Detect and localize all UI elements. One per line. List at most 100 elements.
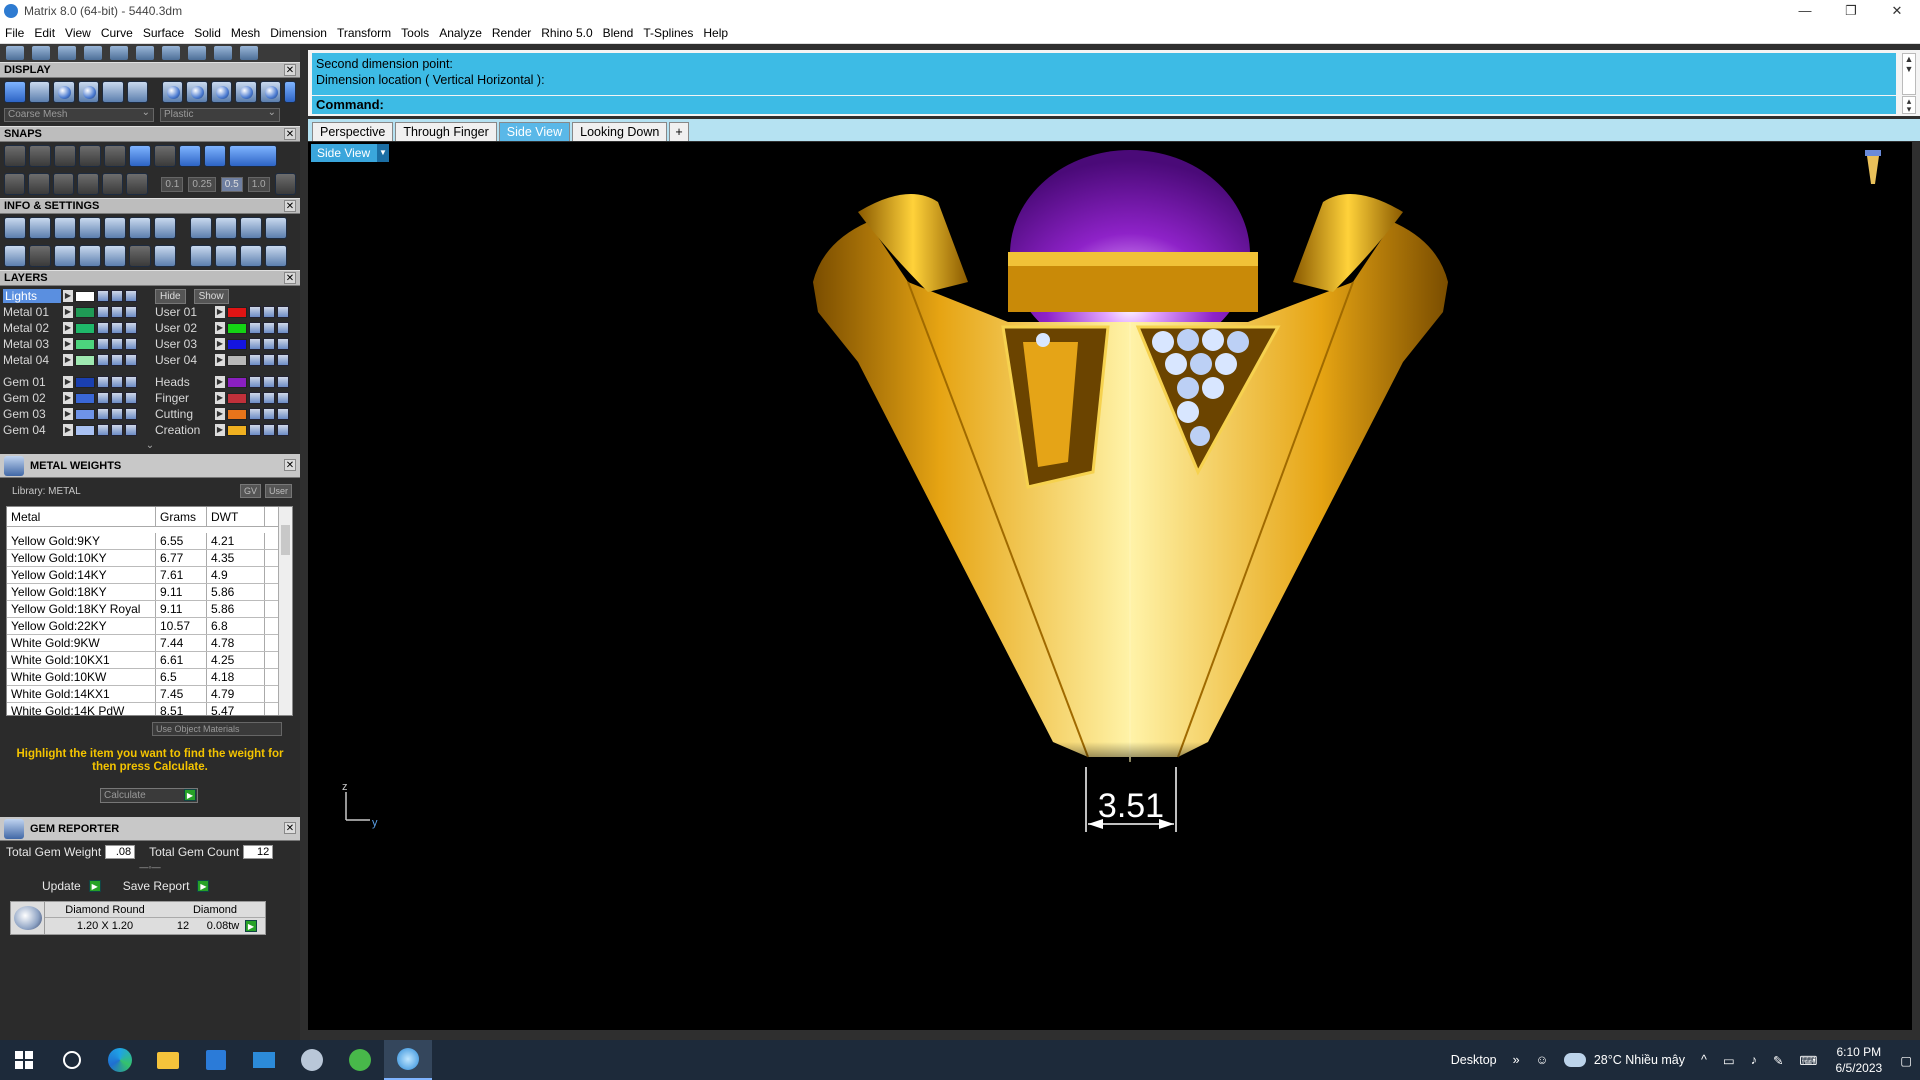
table-row[interactable]: White Gold:9KW 7.44 4.78 [7,635,292,652]
layer-row[interactable]: User 03 ▶ [155,336,297,352]
visibility-icon[interactable] [111,322,123,334]
tool-icon[interactable] [110,46,128,60]
visibility-icon[interactable] [263,392,275,404]
close-button[interactable]: ✕ [1874,0,1920,22]
mail-button[interactable] [240,1040,288,1080]
layer-expand-icon[interactable]: ▶ [63,408,73,420]
layer-color-swatch[interactable] [75,408,95,420]
menu-mesh[interactable]: Mesh [226,26,265,40]
lock-icon[interactable] [97,354,109,366]
select-icon[interactable] [125,306,137,318]
table-row[interactable]: Yellow Gold:10KY 6.77 4.35 [7,550,292,567]
layer-row[interactable]: Gem 01 ▶ [3,374,145,390]
select-icon[interactable] [125,354,137,366]
select-icon[interactable] [277,376,289,388]
smarttrack-icon[interactable] [77,173,99,195]
search-button[interactable] [48,1040,96,1080]
notifications-icon[interactable]: ▢ [1892,1053,1920,1068]
play-icon[interactable]: ▶ [184,789,196,801]
layer-expand-icon[interactable]: ▶ [215,408,225,420]
layout-icon[interactable] [4,245,26,267]
layer-name[interactable]: Gem 03 [3,407,61,421]
table-row[interactable]: White Gold:10KW 6.5 4.18 [7,669,292,686]
select-icon[interactable] [125,392,137,404]
layer-row[interactable]: Metal 02 ▶ [3,320,145,336]
edit-icon[interactable] [129,217,151,239]
menu-file[interactable]: File [0,26,29,40]
layer-expand-icon[interactable]: ▶ [63,322,73,334]
lock-icon[interactable] [97,376,109,388]
tool-e-icon[interactable] [190,245,212,267]
layer-color-swatch[interactable] [227,354,247,366]
matte-material-icon[interactable] [235,81,257,103]
chevron-icon[interactable]: » [1505,1053,1528,1067]
tab-looking-down[interactable]: Looking Down [572,122,668,141]
visibility-icon[interactable] [263,424,275,436]
layer-name[interactable]: User 03 [155,337,213,351]
gloss-material-icon[interactable] [210,81,233,103]
layer-name[interactable]: Gem 02 [3,391,61,405]
lock-icon[interactable] [249,338,261,350]
clock[interactable]: 6:10 PM 6/5/2023 [1825,1044,1892,1076]
layer-expand-icon[interactable]: ▶ [215,424,225,436]
visibility-icon[interactable] [111,392,123,404]
menu-analyze[interactable]: Analyze [434,26,487,40]
visibility-icon[interactable] [111,306,123,318]
layer-name[interactable]: User 01 [155,305,213,319]
layer-color-swatch[interactable] [75,424,95,436]
layer-color-swatch[interactable] [227,338,247,350]
menu-surface[interactable]: Surface [138,26,189,40]
menu-edit[interactable]: Edit [29,26,60,40]
tool-f-icon[interactable] [215,245,237,267]
snaps-header[interactable]: SNAPS ✕ [0,126,300,142]
visibility-icon[interactable] [263,376,275,388]
lock-icon[interactable] [97,408,109,420]
minimize-button[interactable]: — [1782,0,1828,22]
close-icon[interactable]: ✕ [284,64,296,76]
mesh-dropdown[interactable]: Coarse Mesh [4,107,154,122]
project-icon[interactable] [52,173,75,195]
lock-icon[interactable] [97,392,109,404]
lock-icon[interactable] [249,408,261,420]
lock-icon[interactable] [97,424,109,436]
desktop-toolbar[interactable]: Desktop [1443,1053,1505,1067]
rendered-icon[interactable] [77,81,99,103]
layer-name[interactable]: Gem 04 [3,423,61,437]
tool-a-icon[interactable] [190,217,212,239]
snap-value[interactable]: 0.25 [188,176,216,192]
layer-color-swatch[interactable] [227,376,247,388]
display-header[interactable]: DISPLAY ✕ [0,62,300,78]
menu-curve[interactable]: Curve [96,26,138,40]
update-button[interactable]: Update ▶ [42,879,101,893]
lock-icon[interactable] [97,338,109,350]
visibility-icon[interactable] [263,306,275,318]
layer-expand-icon[interactable]: ▶ [215,322,225,334]
info-icon[interactable] [104,217,126,239]
layer-expand-icon[interactable]: ▶ [215,392,225,404]
object-icon[interactable] [79,245,101,267]
quad-snap-icon[interactable] [204,145,226,167]
network-icon[interactable]: ▭ [1715,1053,1743,1068]
lock-icon[interactable] [249,376,261,388]
layer-row[interactable]: Finger ▶ [155,390,297,406]
info-header[interactable]: INFO & SETTINGS ✕ [0,198,300,214]
snap-value-active[interactable]: 0.5 [220,176,243,192]
tool-icon[interactable] [162,46,180,60]
tool-icon[interactable] [6,46,24,60]
layer-color-swatch[interactable] [75,290,95,302]
visibility-icon[interactable] [111,408,123,420]
close-icon[interactable]: ✕ [284,459,296,471]
play-icon[interactable]: ▶ [197,880,210,892]
layer-name[interactable]: Metal 02 [3,321,61,335]
plastic-material-icon[interactable] [161,81,184,103]
scroll-thumb[interactable] [281,525,290,555]
maximize-button[interactable]: ❐ [1828,0,1874,22]
app-button[interactable] [288,1040,336,1080]
viewport-selector[interactable]: Side View ▼ [311,144,389,162]
tool-icon[interactable] [240,46,258,60]
table-row[interactable]: Yellow Gold:18KY 9.11 5.86 [7,584,292,601]
layer-name[interactable]: Metal 01 [3,305,61,319]
tab-perspective[interactable]: Perspective [312,122,394,141]
metal-weights-header[interactable]: METAL WEIGHTS ✕ [0,454,300,478]
menu-render[interactable]: Render [487,26,536,40]
